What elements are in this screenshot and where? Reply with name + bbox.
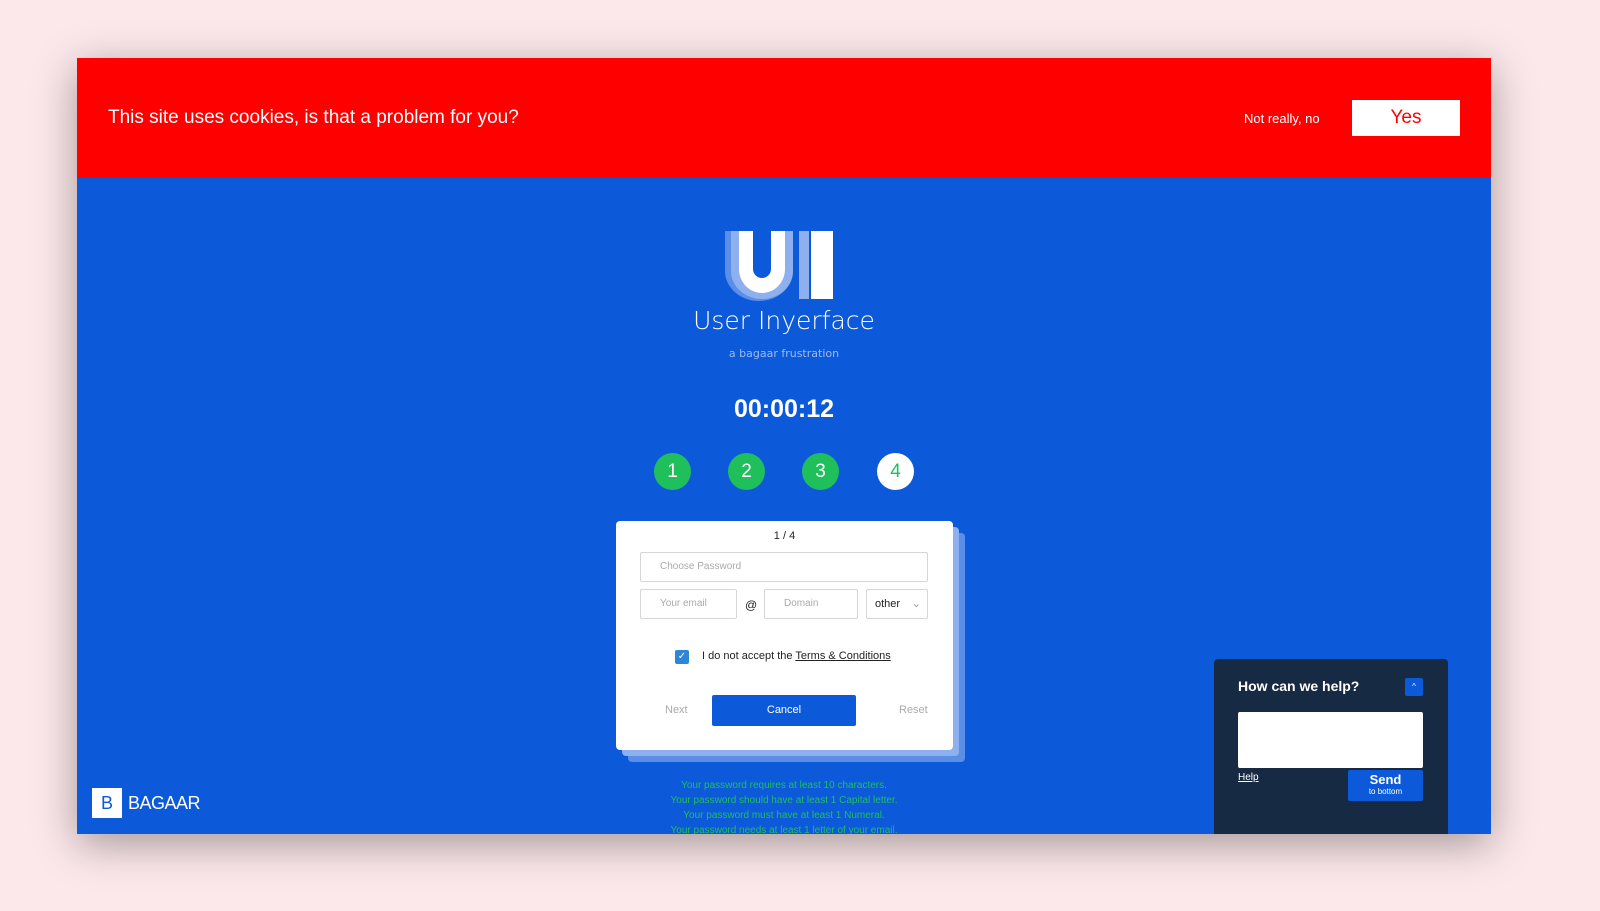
- cookie-banner: This site uses cookies, is that a proble…: [77, 58, 1491, 178]
- send-button[interactable]: Send to bottom: [1348, 770, 1423, 801]
- tld-value: other: [875, 598, 901, 610]
- page-indicator: 1 / 4: [773, 530, 796, 542]
- help-textarea[interactable]: [1238, 712, 1423, 768]
- terms-link[interactable]: Terms & Conditions: [795, 650, 890, 662]
- app-window: This site uses cookies, is that a proble…: [77, 58, 1491, 834]
- email-input[interactable]: Your email: [640, 589, 737, 619]
- chevron-down-icon: ⌄: [911, 598, 921, 610]
- help-widget: How can we help? ^ Help Send to bottom: [1214, 659, 1448, 834]
- tld-select[interactable]: other ⌄: [866, 589, 928, 619]
- app-title: User Inyerface: [693, 306, 875, 335]
- bagaar-logo-mark: B: [92, 788, 122, 818]
- send-sublabel: to bottom: [1368, 787, 1403, 796]
- timer: 00:00:12: [733, 395, 835, 423]
- app-subtitle: a bagaar frustration: [728, 347, 840, 360]
- at-symbol: @: [745, 598, 758, 612]
- step-1: 1: [654, 453, 691, 490]
- terms-label: I do not accept the Terms & Conditions: [702, 650, 891, 662]
- terms-text: I do not accept the: [702, 650, 796, 662]
- bagaar-logo-text: BAGAAR: [128, 792, 201, 813]
- next-link[interactable]: Next: [665, 704, 688, 716]
- step-4: 4: [877, 453, 914, 490]
- help-title: How can we help?: [1238, 678, 1360, 694]
- step-2: 2: [728, 453, 765, 490]
- cancel-button[interactable]: Cancel: [712, 695, 856, 726]
- domain-input[interactable]: Domain: [764, 589, 858, 619]
- reset-link[interactable]: Reset: [899, 704, 928, 716]
- help-link[interactable]: Help: [1238, 772, 1259, 783]
- terms-checkbox[interactable]: ✓: [675, 650, 689, 664]
- step-3: 3: [802, 453, 839, 490]
- cookie-decline-link[interactable]: Not really, no: [1244, 111, 1320, 126]
- password-input[interactable]: Choose Password: [640, 552, 928, 582]
- login-card: 1 / 4 Choose Password Your email @ Domai…: [616, 521, 953, 750]
- cookie-message: This site uses cookies, is that a proble…: [108, 107, 519, 128]
- send-label: Send: [1369, 772, 1402, 787]
- cookie-accept-button[interactable]: Yes: [1352, 100, 1460, 136]
- bagaar-logo: B BAGAAR: [92, 788, 201, 818]
- collapse-chevron-up-icon[interactable]: ^: [1405, 678, 1423, 696]
- ui-logo: [725, 231, 833, 301]
